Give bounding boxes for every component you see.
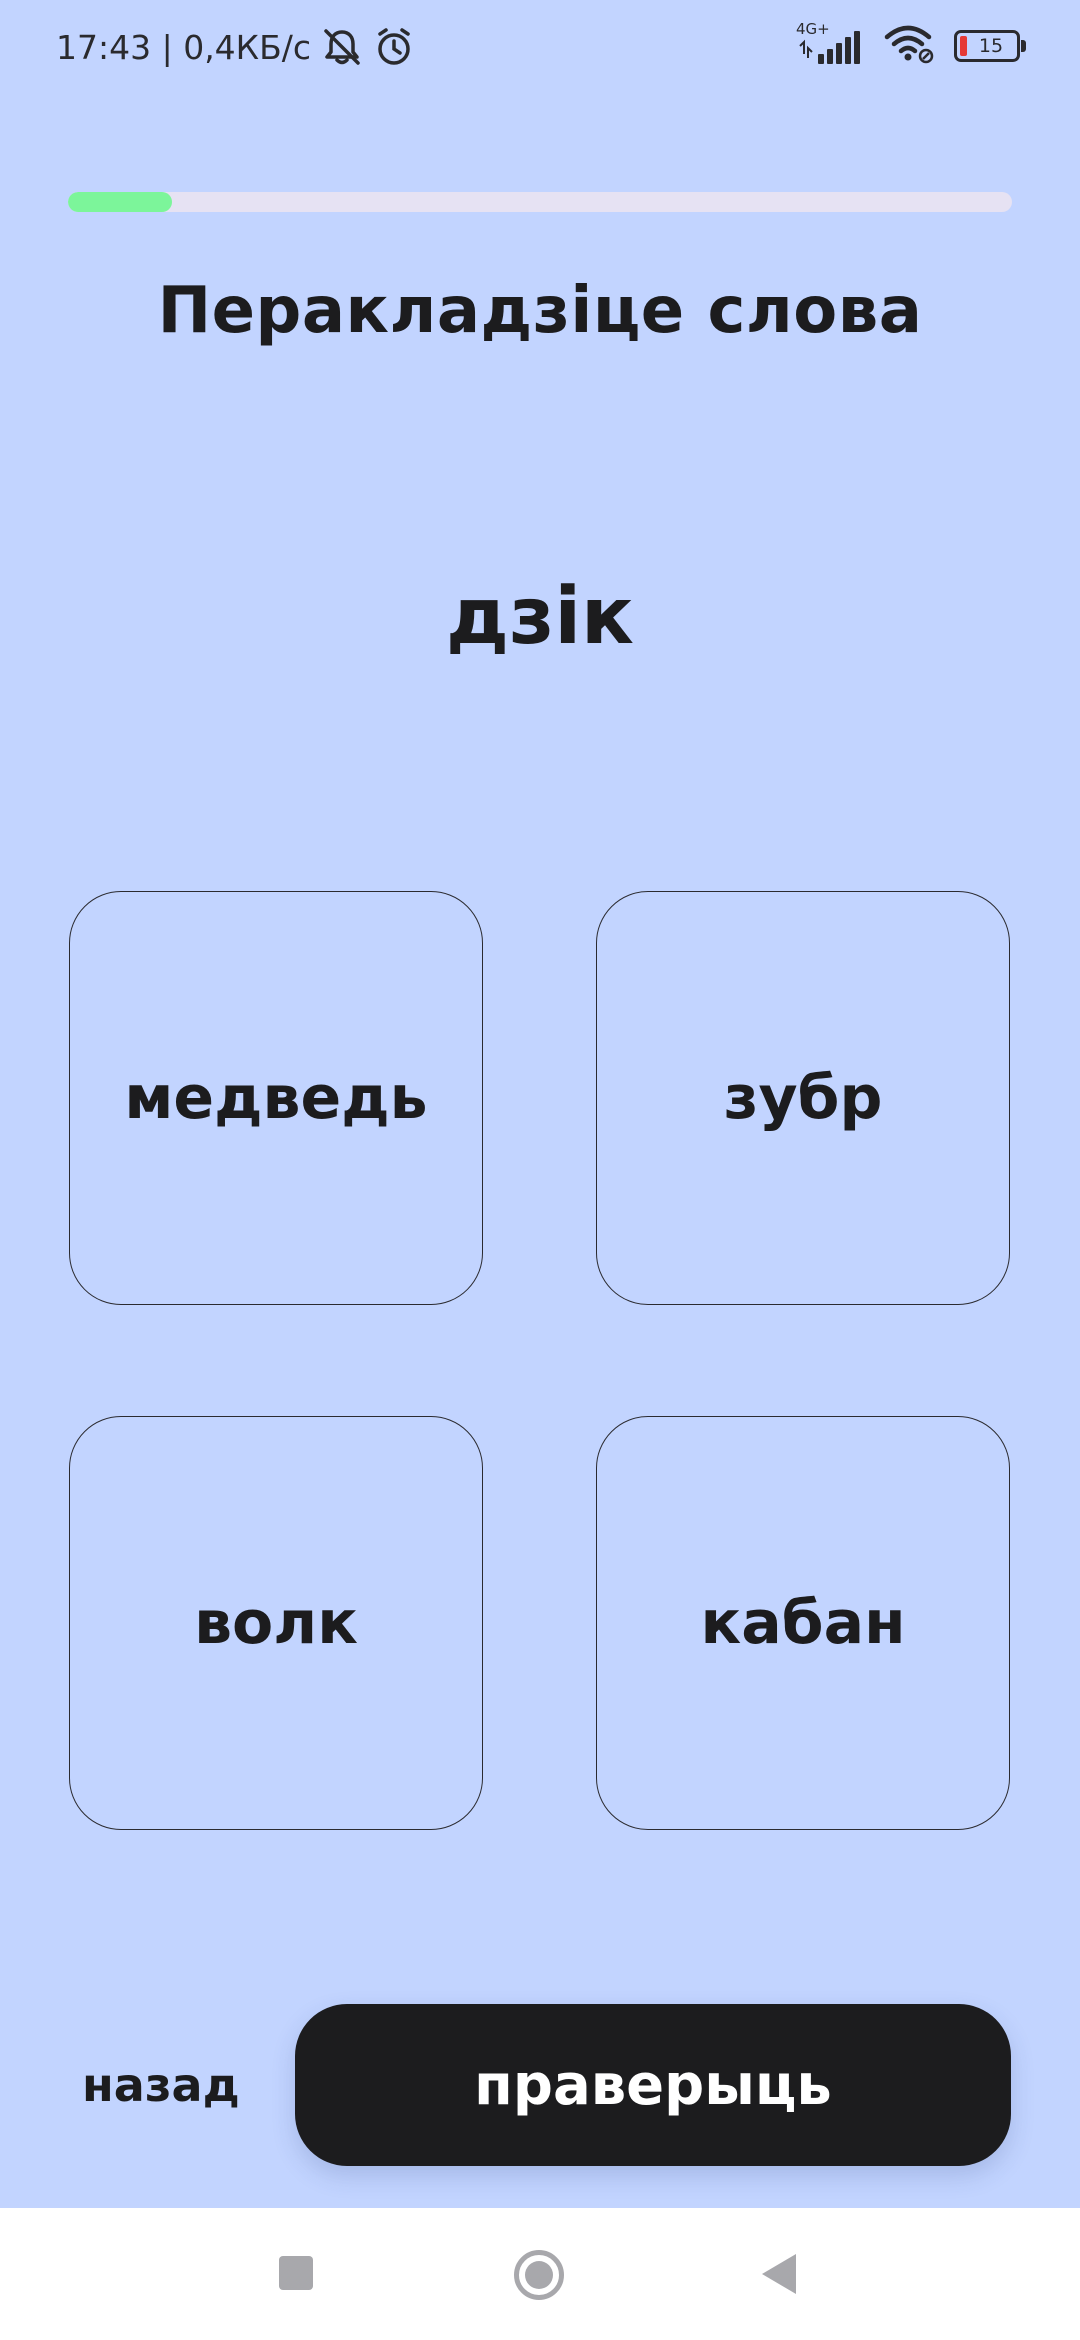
home-circle-icon[interactable] [514,2250,564,2300]
option-label: зубр [723,1063,883,1133]
option-label: медведь [124,1063,428,1133]
option-card-medved[interactable]: медведь [69,891,483,1305]
option-card-zubr[interactable]: зубр [596,891,1010,1305]
back-button[interactable]: назад [82,2058,240,2112]
signal-icon: 4G+ [796,20,866,68]
word-to-translate: дзік [446,572,634,662]
recents-square-icon[interactable] [279,2256,313,2290]
option-card-kaban[interactable]: кабан [596,1416,1010,1830]
status-left: 17:43 | 0,4КБ/с [56,26,415,68]
alarm-icon [373,26,415,68]
status-right: 4G+ 15 [796,20,1026,68]
app-screen: 17:43 | 0,4КБ/с 4G+ 15 Перакладзіце слов… [0,0,1080,2208]
option-card-volk[interactable]: волк [69,1416,483,1830]
option-label: волк [194,1588,358,1658]
progress-fill [68,192,172,212]
check-button-label: праверыць [474,2052,832,2118]
wifi-icon [884,24,936,68]
bell-muted-icon [321,27,363,67]
back-triangle-icon[interactable] [762,2254,796,2294]
page-title: Перакладзіце слова [157,274,923,348]
check-button[interactable]: праверыць [295,2004,1011,2166]
battery-level: 15 [978,35,1004,57]
progress-bar [68,192,1012,212]
system-nav-bar [0,2208,1080,2340]
battery-icon: 15 [954,30,1026,62]
status-time-speed: 17:43 | 0,4КБ/с [56,27,312,67]
option-label: кабан [700,1588,906,1658]
status-bar: 17:43 | 0,4КБ/с 4G+ 15 [0,0,1080,96]
